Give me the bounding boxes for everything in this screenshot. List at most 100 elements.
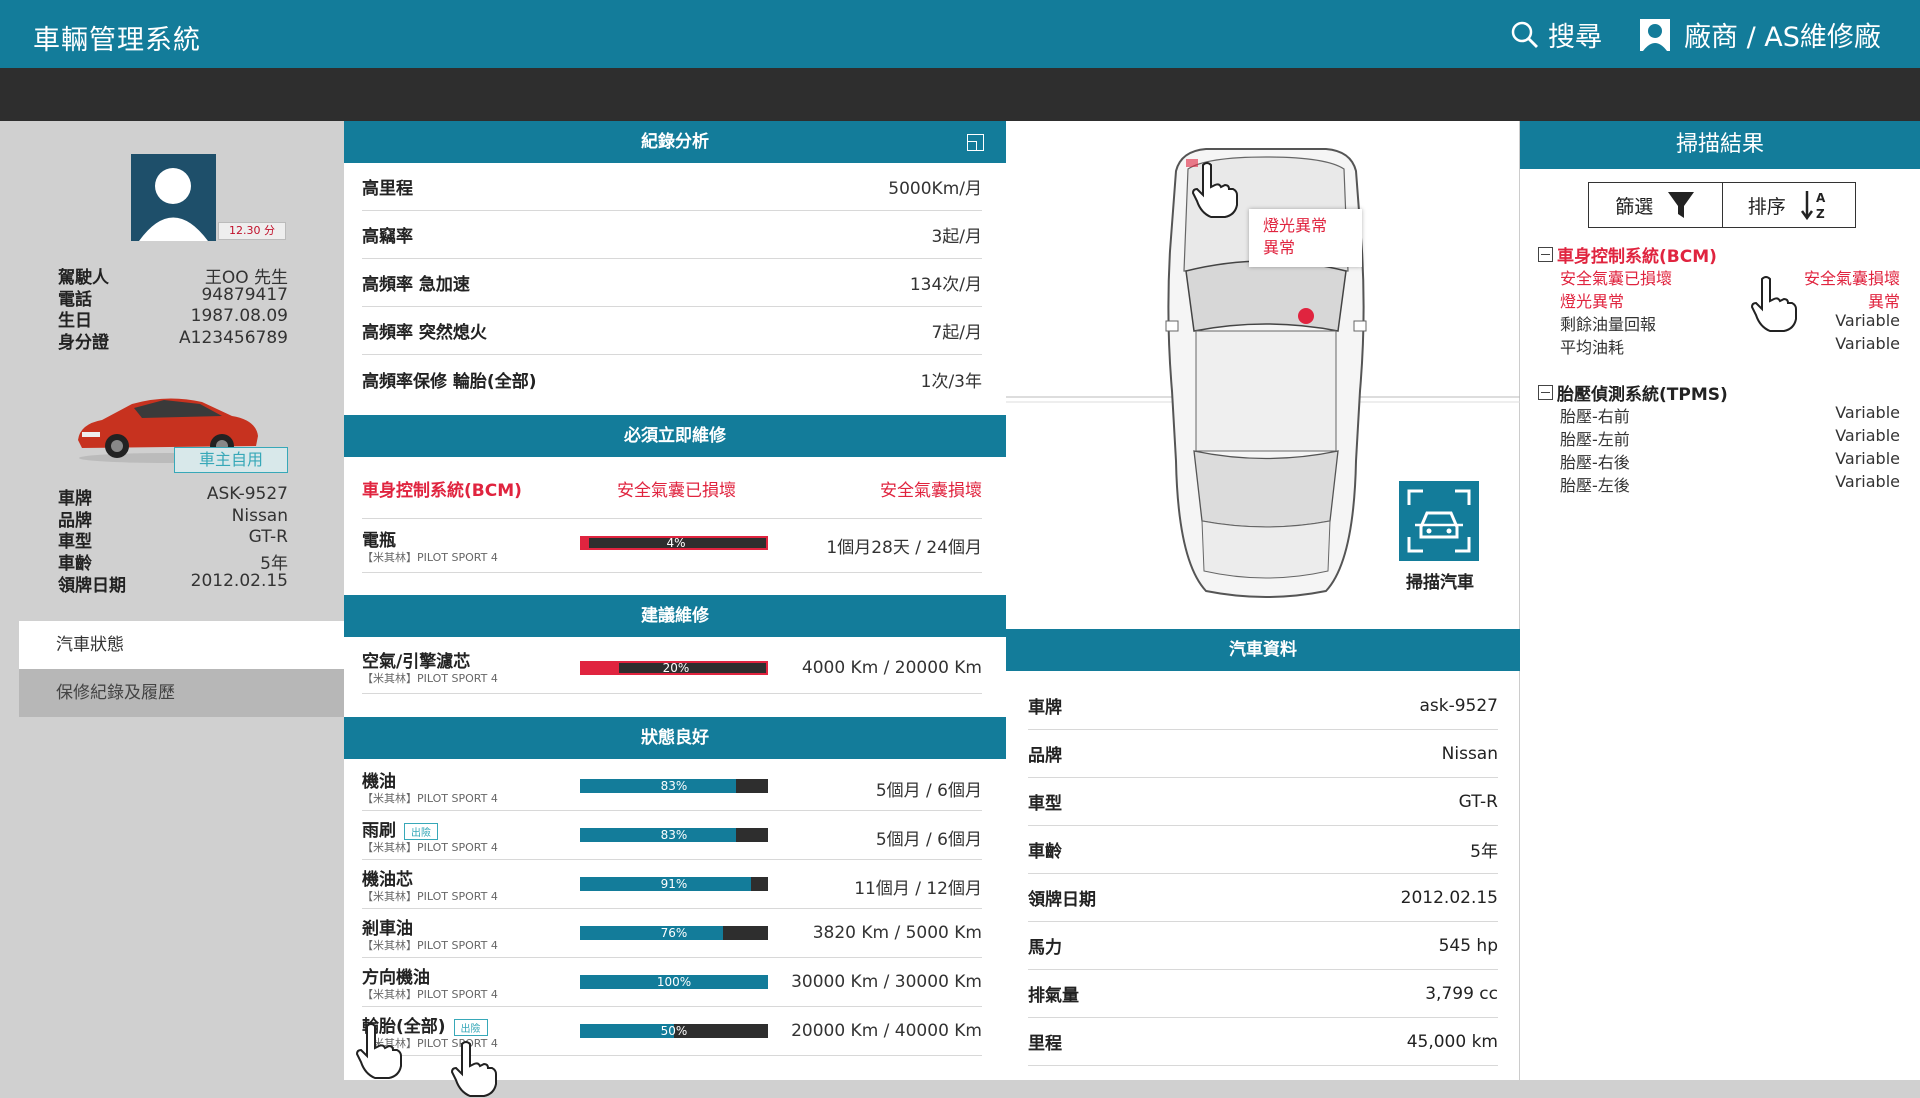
scan-result-header: 掃描結果 bbox=[1520, 121, 1920, 169]
good-header: 狀態良好 bbox=[344, 717, 1006, 759]
driver-id-row: 身分證 A123456789 bbox=[58, 328, 288, 353]
maintenance-item-row[interactable]: 剎車油 【米其林】PILOT SPORT 4 76% 3820 Km / 5000 K… bbox=[362, 909, 982, 958]
pointer-hand-icon bbox=[1191, 162, 1238, 218]
scan-result-row[interactable]: 剩餘油量回報 Variable bbox=[1560, 311, 1900, 335]
suggest-header: 建議維修 bbox=[344, 595, 1006, 637]
search-label: 搜尋 bbox=[1548, 22, 1602, 53]
car-info-row: 車齡 5年 bbox=[1028, 826, 1498, 874]
sort-button[interactable]: 排序 A Z bbox=[1721, 183, 1856, 227]
car-info-row: 車牌 ask-9527 bbox=[1028, 682, 1498, 730]
progress-bar: 76% bbox=[580, 926, 768, 940]
progress-bar: 20% bbox=[580, 661, 768, 675]
car-info-row: 排氣量 3,799 cc bbox=[1028, 970, 1498, 1018]
progress-bar: 83% bbox=[580, 779, 768, 793]
owner-tag: 車主自用 bbox=[174, 447, 288, 473]
maintenance-item-row[interactable]: 機油 【米其林】PILOT SPORT 4 83% 5個月 / 6個月 bbox=[362, 762, 982, 811]
pointer-hand-icon bbox=[355, 1023, 402, 1079]
pointer-hand-icon bbox=[1750, 276, 1797, 332]
pointer-hand-icon bbox=[450, 1041, 497, 1097]
scan-result-row[interactable]: 胎壓-左前 Variable bbox=[1560, 426, 1900, 450]
nav-maintenance-history[interactable]: 保修紀錄及履歷 bbox=[19, 669, 344, 717]
item-name: 機油 bbox=[362, 772, 396, 792]
sort-az-icon: A Z bbox=[1800, 191, 1826, 221]
alert-status: 安全氣囊損壞 bbox=[880, 481, 982, 501]
maintenance-item-row[interactable]: 方向機油 【米其林】PILOT SPORT 4 100% 30000 Km / 300… bbox=[362, 958, 982, 1007]
scan-group-title[interactable]: 胎壓偵測系統(TPMS) bbox=[1538, 380, 1728, 405]
alert-system: 車身控制系統(BCM) bbox=[362, 481, 522, 501]
nav-car-status[interactable]: 汽車狀態 bbox=[19, 621, 344, 669]
item-name: 機油芯 bbox=[362, 870, 413, 890]
user-label: 廠商 / AS維修廠 bbox=[1684, 22, 1881, 53]
record-row: 高頻率 急加速 134次/月 bbox=[362, 259, 982, 307]
svg-text:Z: Z bbox=[1816, 207, 1825, 221]
avatar bbox=[131, 154, 216, 241]
car-info-header: 汽車資料 bbox=[1006, 629, 1520, 671]
record-row: 高里程 5000Km/月 bbox=[362, 163, 982, 211]
item-value: 5個月 / 6個月 bbox=[875, 781, 982, 801]
car-info-row: 車型 GT-R bbox=[1028, 778, 1498, 826]
car-license-date-row: 領牌日期 2012.02.15 bbox=[58, 571, 288, 596]
item-value: 11個月 / 12個月 bbox=[854, 879, 982, 899]
scan-car-icon bbox=[1407, 489, 1471, 553]
person-icon bbox=[139, 168, 208, 241]
record-title: 紀錄分析 bbox=[641, 132, 709, 152]
claim-badge: 出險 bbox=[404, 822, 438, 840]
search-button[interactable]: 搜尋 bbox=[1510, 15, 1602, 54]
item-value: 3820 Km / 5000 Km bbox=[812, 923, 982, 943]
scan-group-title[interactable]: 車身控制系統(BCM) bbox=[1538, 242, 1717, 267]
maintenance-item-row[interactable]: 機油芯 【米其林】PILOT SPORT 4 91% 11個月 / 12個月 bbox=[362, 860, 982, 909]
user-menu[interactable]: 廠商 / AS維修廠 bbox=[1640, 15, 1881, 54]
scan-result-row[interactable]: 胎壓-右後 Variable bbox=[1560, 449, 1900, 473]
battery-row[interactable]: 電瓶 【米其林】PILOT SPORT 4 4% 1個月28天 / 24個月 bbox=[362, 521, 982, 573]
claim-badge: 出險 bbox=[453, 1018, 488, 1036]
funnel-icon bbox=[1668, 192, 1695, 218]
driver-score: 12.30 分 bbox=[218, 222, 286, 240]
top-bar: 車輛管理系統 搜尋 廠商 / AS維修廠 bbox=[0, 0, 1920, 68]
progress-bar: 91% bbox=[580, 877, 768, 891]
filter-button[interactable]: 篩選 bbox=[1589, 183, 1722, 227]
scan-car-button[interactable] bbox=[1399, 481, 1479, 561]
item-sub: 【米其林】PILOT SPORT 4 bbox=[362, 792, 498, 805]
progress-bar: 50% bbox=[580, 1024, 768, 1038]
record-row: 高竊率 3起/月 bbox=[362, 211, 982, 259]
scan-toolbar: 篩選 排序 A Z bbox=[1588, 182, 1856, 228]
user-icon bbox=[1640, 18, 1670, 51]
progress-bar: 4% bbox=[580, 536, 768, 550]
urgent-header: 必須立即維修 bbox=[344, 415, 1006, 457]
scan-result-panel: 掃描結果 篩選 排序 A Z 車身控制系統(BCM) 安全氣囊已損壞 安全氣囊損壞燈… bbox=[1520, 121, 1920, 1080]
record-row: 高頻率 突然熄火 7起/月 bbox=[362, 307, 982, 355]
item-value: 5個月 / 6個月 bbox=[875, 830, 982, 850]
item-sub: 【米其林】PILOT SPORT 4 bbox=[362, 890, 498, 903]
scan-result-row[interactable]: 平均油耗 Variable bbox=[1560, 334, 1900, 358]
app-title: 車輛管理系統 bbox=[33, 25, 201, 56]
collapse-icon[interactable] bbox=[1538, 385, 1553, 400]
item-sub: 【米其林】PILOT SPORT 4 bbox=[362, 988, 498, 1001]
item-value: 30000 Km / 30000 Km bbox=[791, 972, 982, 992]
progress-bar: 83% bbox=[580, 828, 768, 842]
scan-result-row[interactable]: 燈光異常 異常 bbox=[1560, 288, 1900, 312]
item-sub: 【米其林】PILOT SPORT 4 bbox=[362, 841, 498, 854]
search-icon bbox=[1511, 21, 1538, 48]
car-info-row: 馬力 545 hp bbox=[1028, 922, 1498, 970]
item-sub: 【米其林】PILOT SPORT 4 bbox=[362, 939, 498, 952]
maintenance-item-row[interactable]: 雨刷 出險 【米其林】PILOT SPORT 4 83% 5個月 / 6個月 bbox=[362, 811, 982, 860]
record-header: 紀錄分析 bbox=[344, 121, 1006, 163]
scan-result-row[interactable]: 胎壓-右前 Variable bbox=[1560, 403, 1900, 427]
alert-issue: 安全氣囊已損壞 bbox=[617, 481, 736, 501]
item-value: 20000 Km / 40000 Km bbox=[791, 1021, 982, 1041]
scan-car-label: 掃描汽車 bbox=[1406, 573, 1474, 593]
collapse-icon[interactable] bbox=[1538, 247, 1553, 262]
car-info-row: 里程 45,000 km bbox=[1028, 1018, 1498, 1066]
filter-row[interactable]: 空氣/引擎濾芯 【米其林】PILOT SPORT 4 20% 4000 Km /… bbox=[362, 642, 982, 694]
item-name: 剎車油 bbox=[362, 919, 413, 939]
car-info-row: 領牌日期 2012.02.15 bbox=[1028, 874, 1498, 922]
progress-bar: 100% bbox=[580, 975, 768, 989]
urgent-alert-row[interactable]: 車身控制系統(BCM) 安全氣囊已損壞 安全氣囊損壞 bbox=[362, 459, 982, 519]
toolbar-strip bbox=[0, 68, 1920, 121]
scan-result-row[interactable]: 胎壓-左後 Variable bbox=[1560, 472, 1900, 496]
expand-icon[interactable] bbox=[967, 134, 984, 151]
item-name: 方向機油 bbox=[362, 968, 430, 988]
scan-result-row[interactable]: 安全氣囊已損壞 安全氣囊損壞 bbox=[1520, 263, 1920, 289]
record-row: 高頻率保修 輪胎(全部) 1次/3年 bbox=[362, 371, 982, 392]
car-info-row: 品牌 Nissan bbox=[1028, 730, 1498, 778]
